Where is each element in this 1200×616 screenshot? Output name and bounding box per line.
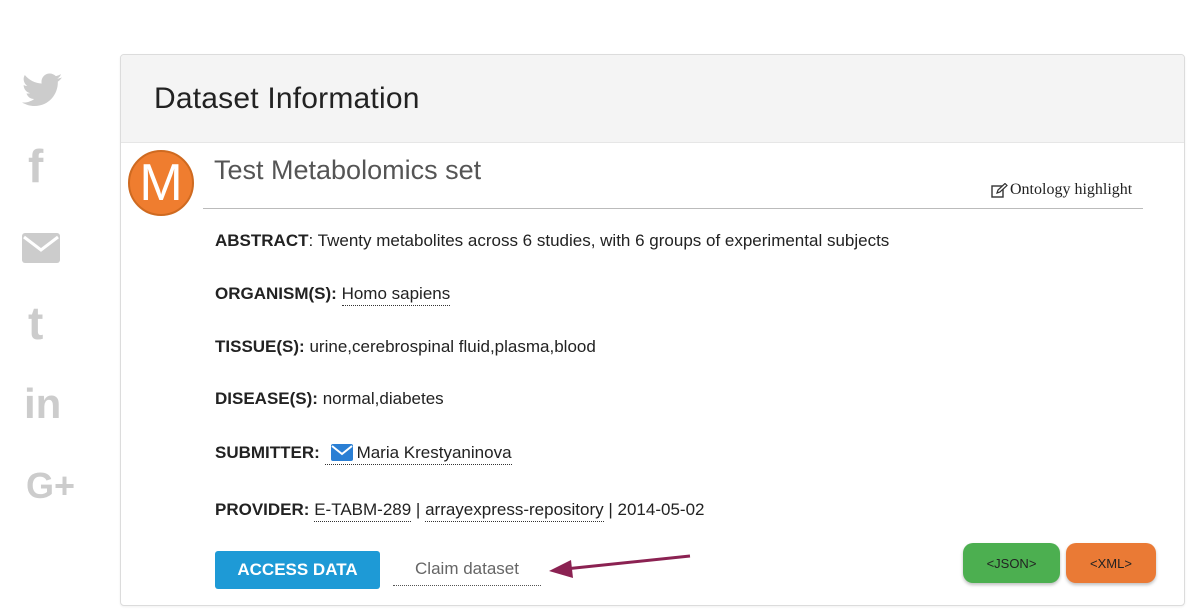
claim-dataset-link[interactable]: Claim dataset (393, 559, 541, 586)
tissue-field: TISSUE(S): urine,cerebrospinal fluid,pla… (215, 337, 596, 357)
submitter-field: SUBMITTER: Maria Krestyaninova (215, 443, 512, 465)
tissue-label: TISSUE(S): (215, 337, 305, 356)
tissue-value: urine,cerebrospinal fluid,plasma,blood (309, 337, 596, 356)
facebook-glyph: f (28, 140, 44, 192)
dataset-title: Test Metabolomics set (214, 155, 482, 185)
abstract-value: : Twenty metabolites across 6 studies, w… (308, 231, 890, 250)
linkedin-glyph: in (24, 380, 62, 427)
provider-separator: | (411, 500, 426, 519)
abstract-field: ABSTRACT: Twenty metabolites across 6 st… (215, 231, 889, 251)
google-plus-icon[interactable]: G+ (22, 462, 82, 510)
provider-date: 2014-05-02 (617, 500, 705, 519)
xml-export-button[interactable]: <XML> (1066, 543, 1156, 583)
submitter-name: Maria Krestyaninova (356, 443, 512, 462)
edit-icon (991, 182, 1008, 198)
facebook-icon[interactable]: f (22, 140, 82, 192)
google-plus-glyph: G+ (26, 465, 76, 506)
tumblr-glyph: t (28, 297, 44, 349)
access-data-button[interactable]: ACCESS DATA (215, 551, 380, 589)
ontology-highlight-toggle[interactable]: Ontology highlight (991, 181, 1132, 199)
provider-separator: | (603, 500, 618, 519)
twitter-icon[interactable] (22, 66, 82, 114)
provider-label: PROVIDER: (215, 500, 310, 519)
ontology-highlight-label: Ontology highlight (1010, 181, 1133, 198)
mail-icon (330, 444, 353, 461)
disease-label: DISEASE(S): (215, 389, 318, 408)
submitter-label: SUBMITTER: (215, 443, 320, 462)
linkedin-icon[interactable]: in (22, 380, 82, 428)
page-title: Dataset Information (154, 81, 420, 115)
organism-field: ORGANISM(S): Homo sapiens (215, 284, 451, 306)
dataset-panel: Dataset Information M Test Metabolomics … (120, 54, 1185, 606)
provider-repository-link[interactable]: arrayexpress-repository (425, 500, 604, 522)
disease-value: normal,diabetes (322, 389, 444, 408)
provider-accession-link[interactable]: E-TABM-289 (314, 500, 412, 522)
abstract-label: ABSTRACT (215, 231, 309, 250)
submitter-link[interactable]: Maria Krestyaninova (324, 443, 512, 465)
title-divider (203, 208, 1143, 209)
organism-label: ORGANISM(S): (215, 284, 337, 303)
repository-logo: M (128, 150, 194, 216)
organism-link[interactable]: Homo sapiens (341, 284, 451, 306)
json-export-button[interactable]: <JSON> (963, 543, 1060, 583)
arrow-annotation (549, 554, 691, 578)
panel-heading: Dataset Information (121, 55, 1184, 143)
email-icon[interactable] (22, 224, 82, 272)
provider-field: PROVIDER: E-TABM-289 | arrayexpress-repo… (215, 500, 705, 522)
tumblr-icon[interactable]: t (22, 297, 82, 349)
disease-field: DISEASE(S): normal,diabetes (215, 389, 444, 409)
